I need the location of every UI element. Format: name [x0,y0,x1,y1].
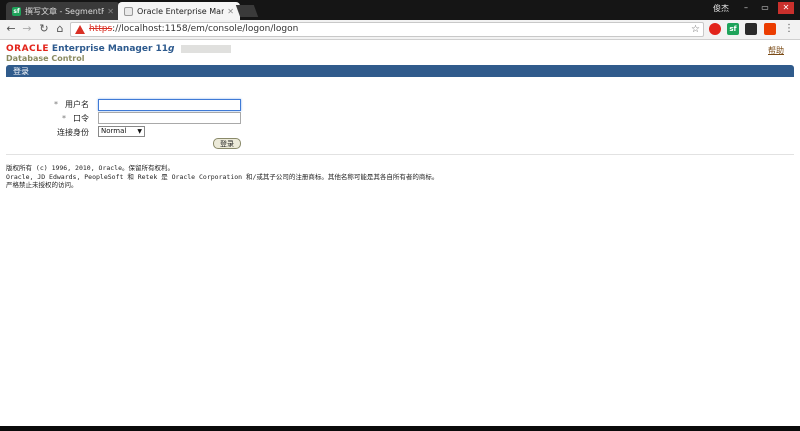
login-button[interactable]: 登录 [213,138,241,149]
product-version-suffix: g [168,44,175,54]
url-path: ://localhost:1158/em/console/logon/logon [112,24,299,34]
address-bar[interactable]: https://localhost:1158/em/console/logon/… [70,22,704,37]
os-taskbar [0,426,800,431]
required-asterisk: * [62,114,66,123]
help-link[interactable]: 帮助 [768,45,784,56]
close-tab-icon[interactable]: ✕ [107,7,114,16]
database-control-subtitle: Database Control [6,54,85,63]
connect-as-select[interactable]: Normal ▼ [98,126,145,137]
unauthorized-access-line: 严格禁止未授权的访问。 [6,181,78,189]
username-label: 用户名 [65,100,89,109]
extension-text-icon[interactable] [745,23,757,35]
new-tab-button[interactable] [235,5,259,17]
back-icon[interactable]: ← [4,22,18,36]
tab-oracle-em[interactable]: Oracle Enterprise Man ✕ [118,2,240,20]
segmentfault-favicon-icon: sf [12,6,21,16]
username-input[interactable] [98,99,241,111]
extension-office-icon[interactable] [764,23,776,35]
minimize-icon[interactable]: – [738,2,754,14]
restore-icon[interactable]: ▭ [757,2,773,14]
redacted-hostname [181,44,232,53]
tab-title: 撰写文章 - SegmentFa [25,6,105,16]
tab-segmentfault[interactable]: sf 撰写文章 - SegmentFa ✕ [6,2,120,20]
login-title: 登录 [13,67,29,76]
divider [6,154,794,155]
close-window-icon[interactable]: ✕ [778,2,794,14]
url-scheme: https [89,24,113,34]
required-asterisk: * [54,100,58,109]
connect-as-value: Normal [101,127,127,135]
security-warning-icon[interactable] [75,25,85,34]
window-profile-name[interactable]: 俊杰 [713,3,729,14]
oracle-brand: ORACLE [6,44,50,54]
forward-icon[interactable]: → [20,22,34,36]
browser-tab-strip: sf 撰写文章 - SegmentFa ✕ Oracle Enterprise … [0,0,800,20]
tab-title: Oracle Enterprise Man [137,6,225,16]
extension-segmentfault-icon[interactable]: sf [727,23,739,35]
password-input[interactable] [98,112,241,124]
reload-icon[interactable]: ↻ [37,22,51,36]
oracle-em-logo: ORACLE Enterprise Manager 11g [6,44,232,54]
dropdown-arrow-icon: ▼ [137,128,142,135]
home-icon[interactable]: ⌂ [53,22,67,36]
extension-block-icon[interactable] [709,23,721,35]
bookmark-star-icon[interactable]: ☆ [691,23,700,36]
password-label: 口令 [73,114,89,123]
menu-icon[interactable]: ⋮ [782,22,796,36]
page-favicon-icon [124,6,133,16]
page-content: ORACLE Enterprise Manager 11g Database C… [0,40,800,426]
connect-as-label: 连接身份 [57,128,89,137]
product-name: Enterprise Manager 11 [51,44,169,54]
login-title-bar: 登录 [6,65,794,77]
close-tab-icon[interactable]: ✕ [227,7,234,16]
browser-toolbar: ← → ↻ ⌂ https://localhost:1158/em/consol… [0,20,800,40]
